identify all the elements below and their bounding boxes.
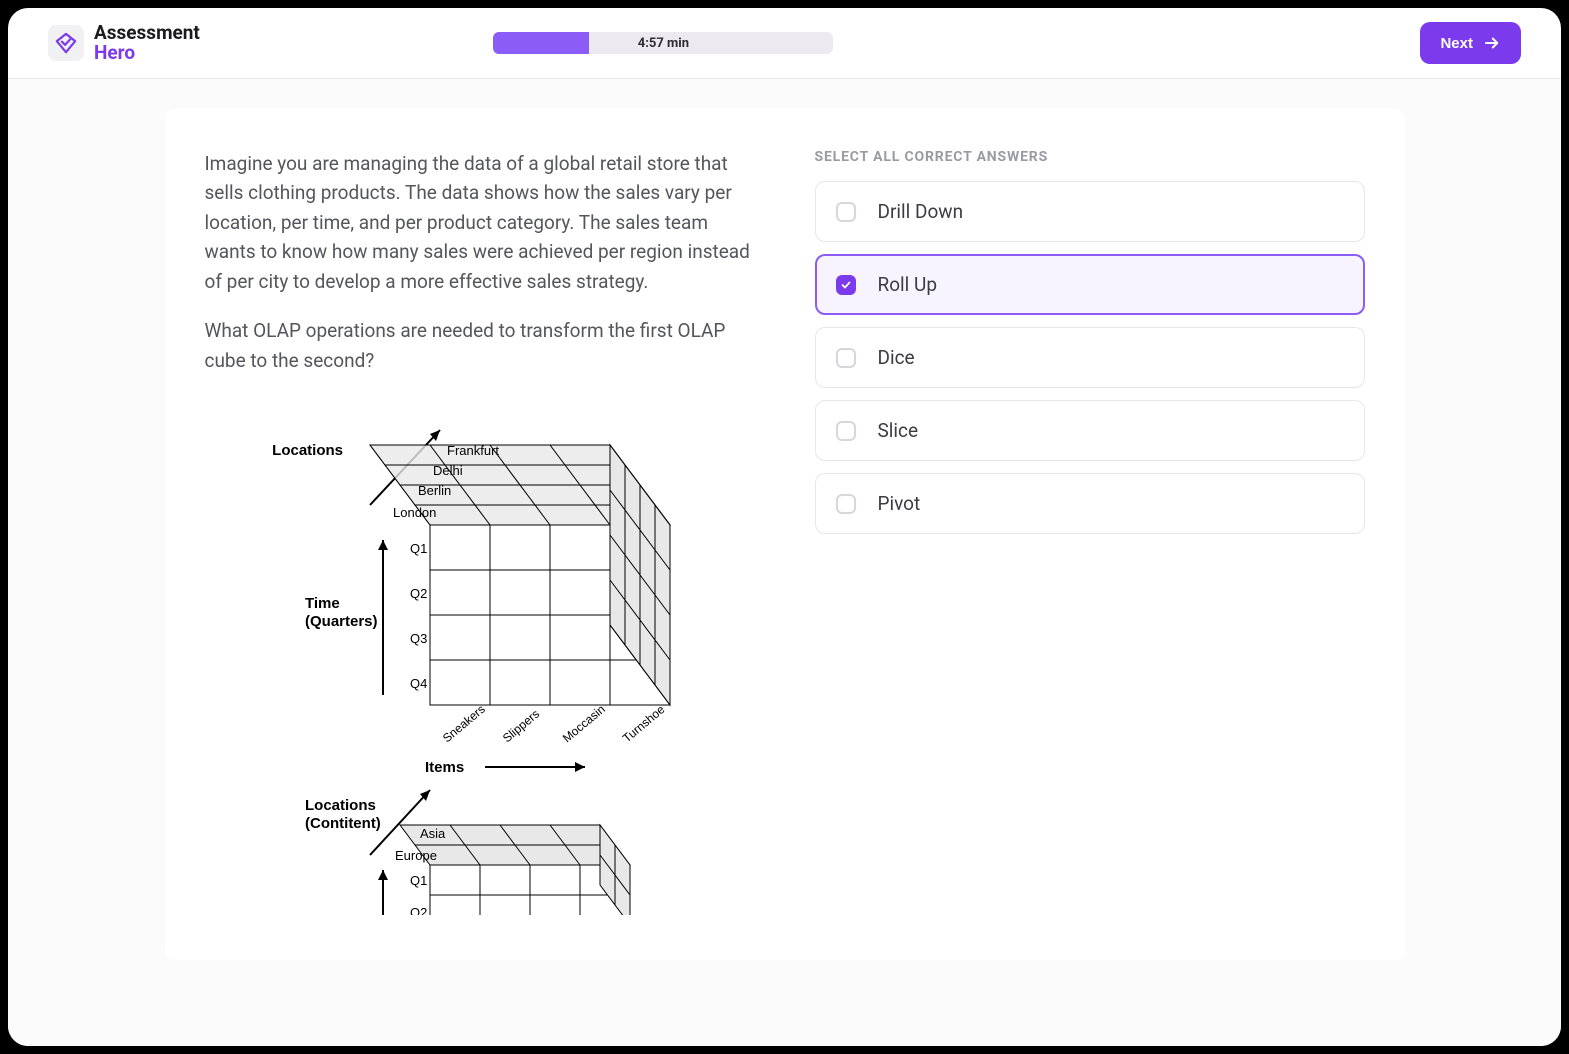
answer-option-label: Pivot [878,492,921,515]
svg-text:Delhi: Delhi [433,463,463,478]
svg-text:Q4: Q4 [410,676,427,691]
checkbox-icon [836,348,856,368]
answer-option-0[interactable]: Drill Down [815,181,1365,242]
answers-title: SELECT ALL CORRECT ANSWERS [815,149,1365,165]
answer-option-label: Drill Down [878,200,964,223]
brand-text: Assessment Hero [94,23,200,63]
topbar: Assessment Hero 4:57 min Next [8,8,1561,79]
svg-text:Europe: Europe [395,848,437,863]
answers-list: Drill Down Roll Up Dice Slice Pivot [815,181,1365,534]
svg-text:Q1: Q1 [410,873,427,888]
cube1-x-axis-label: Items [425,759,464,776]
svg-text:(Quarters): (Quarters) [305,613,378,630]
next-button-label: Next [1440,35,1473,52]
svg-text:Q2: Q2 [410,586,427,601]
svg-text:Berlin: Berlin [418,483,451,498]
answer-option-label: Roll Up [878,273,938,296]
checkbox-icon [836,202,856,222]
progress-bar: 4:57 min [493,32,833,54]
answer-option-1[interactable]: Roll Up [815,254,1365,315]
answer-option-3[interactable]: Slice [815,400,1365,461]
brand-line1: Assessment [94,23,200,43]
checkbox-icon [836,494,856,514]
question-column: Imagine you are managing the data of a g… [205,149,755,920]
svg-text:Sneakers: Sneakers [439,702,487,745]
checkbox-icon [836,421,856,441]
svg-text:Moccasin: Moccasin [559,702,607,745]
svg-text:London: London [393,505,436,520]
svg-text:Asia: Asia [420,826,446,841]
arrow-right-icon [1483,34,1501,52]
timer-label: 4:57 min [493,36,833,51]
svg-text:Q2: Q2 [410,905,427,915]
svg-text:Q1: Q1 [410,541,427,556]
answers-column: SELECT ALL CORRECT ANSWERS Drill Down Rol… [815,149,1365,920]
brand: Assessment Hero [48,23,200,63]
content-area: Imagine you are managing the data of a g… [8,79,1561,1046]
svg-text:Frankfurt: Frankfurt [447,443,499,458]
question-card: Imagine you are managing the data of a g… [165,109,1405,960]
answer-option-label: Slice [878,419,919,442]
olap-diagram: Locations [205,395,755,920]
svg-text:Locations: Locations [305,797,376,814]
diamond-check-icon [55,32,77,54]
brand-line2: Hero [94,43,200,63]
check-icon [840,279,852,291]
brand-icon [48,25,84,61]
next-button[interactable]: Next [1420,22,1521,64]
svg-text:Turnshoe: Turnshoe [619,702,667,745]
question-text: Imagine you are managing the data of a g… [205,149,755,375]
app-window: Assessment Hero 4:57 min Next Imagine yo… [8,8,1561,1046]
question-paragraph-2: What OLAP operations are needed to trans… [205,316,755,375]
svg-text:Slippers: Slippers [499,707,541,746]
answer-option-2[interactable]: Dice [815,327,1365,388]
svg-text:Time: Time [305,595,340,612]
svg-text:Q3: Q3 [410,631,427,646]
cube1-z-axis-label: Locations [272,442,343,459]
answer-option-label: Dice [878,346,915,369]
answer-option-4[interactable]: Pivot [815,473,1365,534]
svg-text:(Contitent): (Contitent) [305,815,381,832]
question-paragraph-1: Imagine you are managing the data of a g… [205,149,755,296]
checkbox-icon [836,275,856,295]
